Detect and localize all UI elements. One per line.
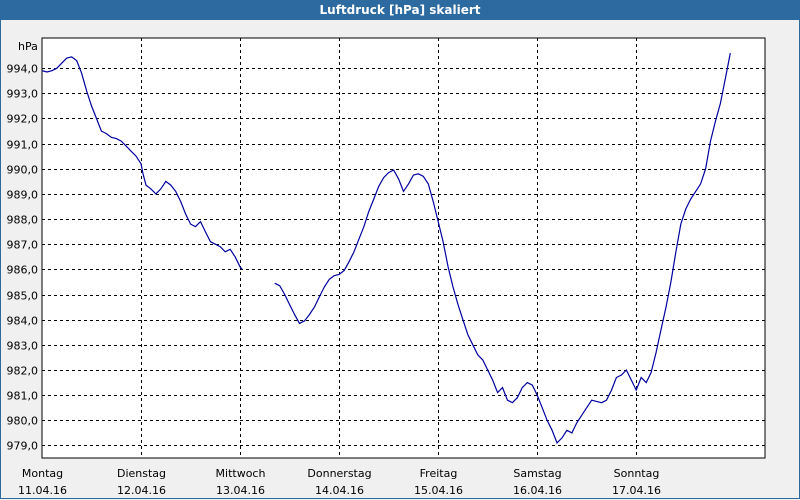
x-tick-date: 14.04.16 <box>315 484 364 497</box>
x-tick-day: Freitag <box>420 467 458 480</box>
y-axis-ticks: 979,0 980,0 981,0 982,0 983,0 984,0 985,0 986,0… <box>7 63 39 453</box>
x-tick-day: Donnerstag <box>307 467 371 480</box>
y-tick-label: 994,0 <box>7 63 39 76</box>
y-tick-label: 987,0 <box>7 239 39 252</box>
y-tick-label: 989,0 <box>7 189 39 202</box>
y-tick-label: 991,0 <box>7 139 39 152</box>
x-tick-day: Mittwoch <box>216 467 266 480</box>
y-tick-label: 980,0 <box>7 415 39 428</box>
x-tick-day: Montag <box>22 467 63 480</box>
y-tick-label: 986,0 <box>7 264 39 277</box>
x-tick-day: Dienstag <box>117 467 166 480</box>
y-tick-label: 988,0 <box>7 214 39 227</box>
y-tick-label: 982,0 <box>7 365 39 378</box>
x-tick-date: 13.04.16 <box>216 484 265 497</box>
x-tick-day: Samstag <box>513 467 561 480</box>
y-tick-label: 993,0 <box>7 88 39 101</box>
x-tick-date: 16.04.16 <box>513 484 562 497</box>
x-tick-date: 15.04.16 <box>414 484 463 497</box>
x-tick-date: 17.04.16 <box>612 484 661 497</box>
y-tick-label: 985,0 <box>7 290 39 303</box>
y-tick-label: 990,0 <box>7 164 39 177</box>
y-tick-label: 992,0 <box>7 113 39 126</box>
y-tick-label: 983,0 <box>7 340 39 353</box>
x-tick-date: 12.04.16 <box>117 484 166 497</box>
pressure-chart: 979,0 980,0 981,0 982,0 983,0 984,0 985,0 986,0… <box>7 37 766 497</box>
y-tick-label: 981,0 <box>7 390 39 403</box>
x-tick-day: Sonntag <box>614 467 660 480</box>
x-axis-ticks: Montag 11.04.16 Dienstag 12.04.16 Mittwoch 13… <box>18 467 661 497</box>
y-axis-label: hPa <box>18 40 38 53</box>
y-tick-label: 984,0 <box>7 315 39 328</box>
x-tick-date: 11.04.16 <box>18 484 67 497</box>
y-tick-label: 979,0 <box>7 440 39 453</box>
